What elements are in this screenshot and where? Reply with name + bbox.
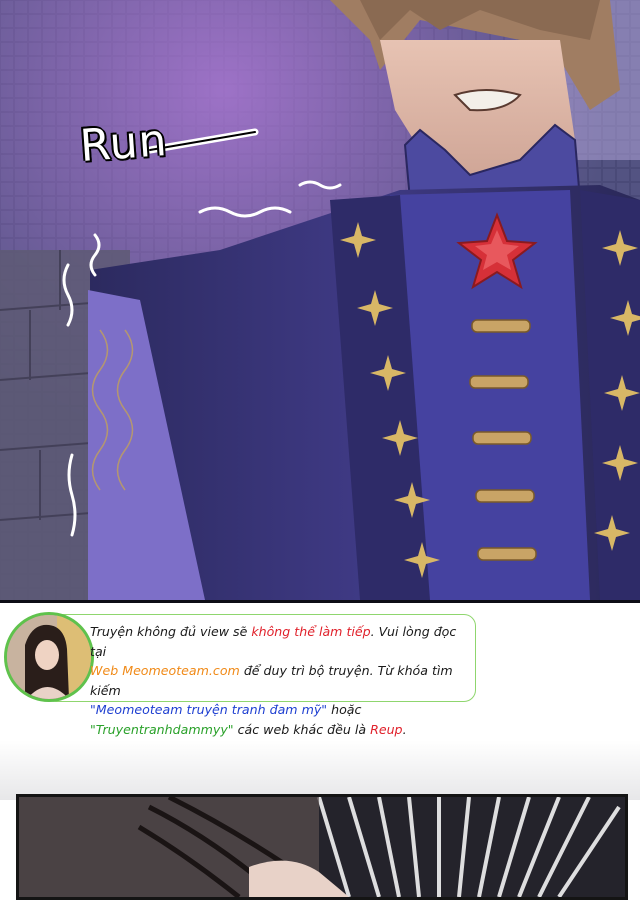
search-keyword: "Meomeoteam truyện tranh đam mỹ": [90, 702, 328, 717]
comic-illustration: [0, 0, 640, 600]
comic-illustration-bottom: [19, 797, 625, 897]
credit-line3: hoặc: [327, 702, 362, 717]
credit-text: Truyện không đủ view sẽ không thể làm ti…: [90, 622, 474, 739]
credit-highlight: không thể làm tiếp: [251, 624, 371, 639]
search-keyword-2: "Truyentranhdammyy": [90, 721, 234, 737]
credit-line4: các web khác đều là: [233, 721, 371, 737]
comic-panel-top: Run: [0, 0, 640, 600]
sound-effect-text: Run: [78, 115, 170, 172]
credit-line4-end: .: [402, 721, 407, 737]
comic-panel-bottom: [16, 794, 628, 900]
credit-line1: Truyện không đủ view sẽ: [90, 624, 252, 639]
credit-banner: Truyện không đủ view sẽ không thể làm ti…: [4, 612, 476, 737]
reup-label: Reup: [370, 721, 403, 737]
website-link[interactable]: Web Meomeoteam.com: [90, 663, 240, 678]
panel-gap: [0, 740, 640, 800]
avatar: [4, 612, 94, 702]
panel-divider: [0, 600, 640, 603]
